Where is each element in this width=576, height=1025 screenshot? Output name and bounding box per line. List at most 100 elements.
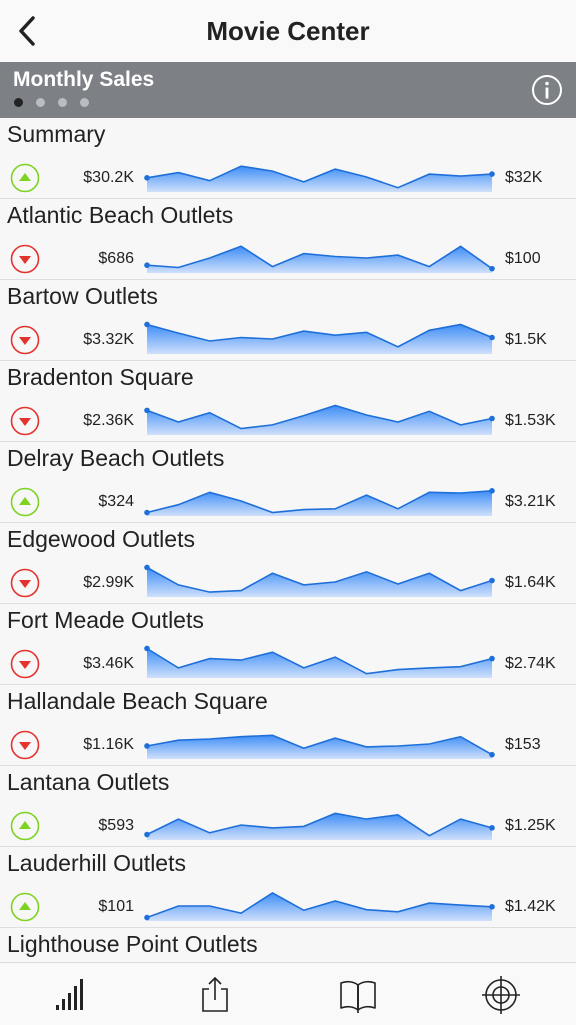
table-row[interactable]: Bartow Outlets $3.32K $1.5K <box>0 280 576 361</box>
row-title: Delray Beach Outlets <box>7 445 225 471</box>
trend-down-icon <box>10 406 40 436</box>
start-value: $30.2K <box>83 169 134 186</box>
table-row[interactable]: Bradenton Square $2.36K $1.53K <box>0 361 576 442</box>
start-value: $1.16K <box>83 736 134 753</box>
sparkline-start-point <box>144 743 150 749</box>
end-value: $1.64K <box>505 574 556 591</box>
end-value: $1.42K <box>505 898 556 915</box>
table-row[interactable]: Summary $30.2K $32K <box>0 118 576 199</box>
table-row[interactable]: Lantana Outlets $593 $1.25K <box>0 766 576 847</box>
share-icon[interactable] <box>195 975 235 1015</box>
sparkline-start-point <box>144 321 150 328</box>
table-row[interactable]: Lauderhill Outlets $101 $1.42K <box>0 847 576 928</box>
row-title: Fort Meade Outlets <box>7 607 204 633</box>
row-title: Hallandale Beach Square <box>7 688 268 714</box>
trend-down-icon <box>10 649 40 679</box>
sparkline-start-point <box>144 262 150 268</box>
start-value: $593 <box>98 817 134 834</box>
row-title: Atlantic Beach Outlets <box>7 202 234 228</box>
table-row[interactable]: Hallandale Beach Square $1.16K $153 <box>0 685 576 766</box>
end-value: $2.74K <box>505 655 556 672</box>
start-value: $2.99K <box>83 574 134 591</box>
page-dot[interactable] <box>36 98 45 107</box>
end-value: $1.53K <box>505 412 556 429</box>
sparkline-start-point <box>144 564 150 571</box>
trend-down-icon <box>10 568 40 598</box>
trend-up-icon <box>10 892 40 922</box>
sparkline <box>142 644 498 685</box>
sales-list: Summary $30.2K $32K Atlantic Beach Outlets $… <box>0 118 576 968</box>
sparkline-start-point <box>144 645 150 652</box>
section-header: Monthly Sales <box>0 62 576 118</box>
page-dot[interactable] <box>80 98 89 107</box>
sparkline <box>142 401 498 442</box>
sparkline-start-point <box>144 175 150 181</box>
sparkline <box>142 482 498 523</box>
page-indicator[interactable] <box>14 98 89 108</box>
end-value: $100 <box>505 250 541 267</box>
sparkline-end-point <box>489 904 495 910</box>
start-value: $2.36K <box>83 412 134 429</box>
row-title: Bradenton Square <box>7 364 194 390</box>
trend-down-icon <box>10 244 40 274</box>
book-icon[interactable] <box>338 975 378 1015</box>
trend-down-icon <box>10 325 40 355</box>
start-value: $3.46K <box>83 655 134 672</box>
sparkline-end-point <box>489 655 495 662</box>
sparkline-area <box>147 166 492 192</box>
target-icon[interactable] <box>481 975 521 1015</box>
trend-up-icon <box>10 811 40 841</box>
row-title: Lantana Outlets <box>7 769 170 795</box>
sparkline-end-point <box>489 577 495 584</box>
row-title: Edgewood Outlets <box>7 526 195 552</box>
end-value: $3.21K <box>505 493 556 510</box>
sparkline-start-point <box>144 914 150 921</box>
sparkline-end-point <box>489 415 495 422</box>
section-title: Monthly Sales <box>13 68 155 91</box>
table-row[interactable]: Fort Meade Outlets $3.46K $2.74K <box>0 604 576 685</box>
end-value: $32K <box>505 169 543 186</box>
start-value: $101 <box>98 898 134 915</box>
sparkline-area <box>147 892 492 921</box>
sparkline-start-point <box>144 407 150 414</box>
sparkline-area <box>147 567 492 597</box>
sparkline <box>142 239 498 280</box>
end-value: $153 <box>505 736 541 753</box>
sparkline <box>142 887 498 928</box>
sparkline <box>142 725 498 766</box>
sparkline-end-point <box>489 171 495 177</box>
start-value: $324 <box>98 493 134 510</box>
sparkline <box>142 563 498 604</box>
end-value: $1.25K <box>505 817 556 834</box>
trend-up-icon <box>10 487 40 517</box>
trend-up-icon <box>10 163 40 193</box>
row-title: Lighthouse Point Outlets <box>7 931 258 957</box>
trend-down-icon <box>10 730 40 760</box>
sparkline-end-point <box>489 334 495 341</box>
page-title: Movie Center <box>206 16 370 46</box>
sparkline-start-point <box>144 509 150 516</box>
sparkline-area <box>147 813 492 840</box>
page-dot[interactable] <box>58 98 67 107</box>
signal-bars-icon[interactable] <box>52 975 92 1015</box>
tab-bar <box>0 962 576 1025</box>
row-title: Bartow Outlets <box>7 283 158 309</box>
sparkline-start-point <box>144 831 150 838</box>
start-value: $3.32K <box>83 331 134 348</box>
sparkline <box>142 320 498 361</box>
table-row[interactable]: Edgewood Outlets $2.99K $1.64K <box>0 523 576 604</box>
sparkline <box>142 158 498 199</box>
sparkline-end-point <box>489 488 495 494</box>
sparkline-end-point <box>489 825 495 831</box>
navigation-bar: Movie Center <box>0 0 576 62</box>
info-icon[interactable] <box>531 74 563 106</box>
row-title: Lauderhill Outlets <box>7 850 186 876</box>
row-title: Summary <box>7 121 106 147</box>
table-row[interactable]: Delray Beach Outlets $324 $3.21K <box>0 442 576 523</box>
table-row[interactable]: Atlantic Beach Outlets $686 $100 <box>0 199 576 280</box>
sparkline <box>142 806 498 847</box>
page-dot[interactable] <box>14 98 23 107</box>
sparkline-end-point <box>489 265 495 272</box>
sparkline-area <box>147 490 492 516</box>
sparkline-end-point <box>489 751 495 758</box>
